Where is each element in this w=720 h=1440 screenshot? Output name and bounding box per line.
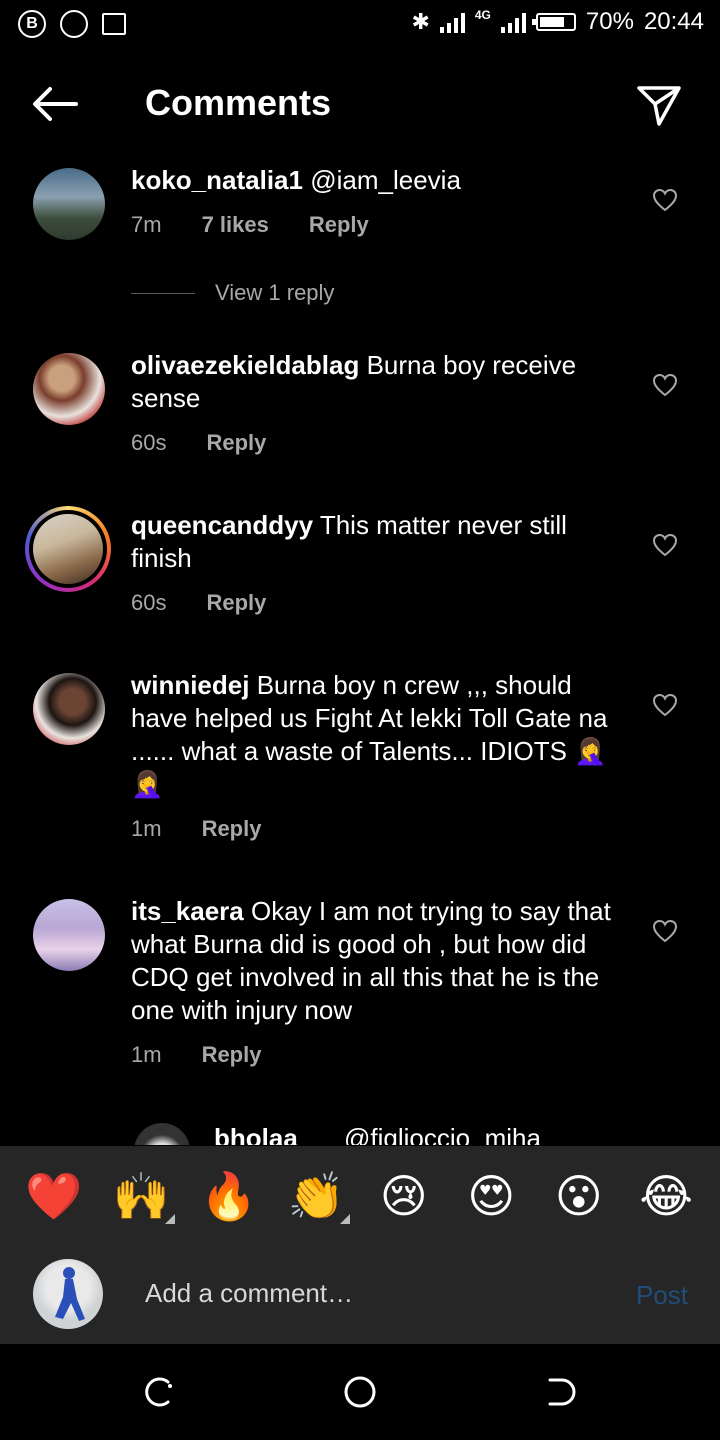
story-ring[interactable] [25, 506, 111, 592]
header: Comments [0, 60, 720, 150]
comment-username[interactable]: koko_natalia1 [131, 165, 303, 195]
bluetooth-icon: ✱ [411, 9, 430, 34]
comment-username[interactable]: queencanddyy [131, 510, 313, 540]
back-arrow-icon[interactable] [30, 84, 80, 124]
comment-meta: 7m 7 likes Reply [131, 212, 409, 238]
comment-meta: 1m Reply [131, 816, 301, 842]
comment-meta: 60s Reply [131, 430, 306, 456]
back-icon[interactable] [542, 1374, 578, 1410]
view-replies-label: View 1 reply [215, 280, 335, 305]
avatar[interactable] [33, 673, 105, 745]
reply-button[interactable]: Reply [206, 430, 266, 456]
partial-reply: bholaa @figlioccio_miha [0, 1115, 720, 1145]
avatar[interactable] [33, 899, 105, 971]
avatar[interactable] [33, 514, 103, 584]
avatar[interactable] [33, 353, 105, 425]
like-heart-icon[interactable] [652, 533, 678, 557]
heart-emoji-button[interactable]: ❤️ [24, 1168, 84, 1224]
surprised-emoji-button[interactable]: 😮 [549, 1168, 609, 1224]
reply-mention: @figlioccio_miha [344, 1123, 541, 1145]
view-replies-button[interactable]: View 1 reply [131, 280, 334, 306]
crying-emoji-button[interactable]: 😢 [374, 1168, 434, 1224]
comment-username[interactable]: olivaezekieldablag [131, 350, 359, 380]
signal-icon [439, 11, 465, 33]
signal-2-icon [500, 11, 526, 33]
reply-divider [131, 292, 195, 294]
comment-meta: 1m Reply [131, 1042, 301, 1068]
comment-time: 60s [131, 430, 167, 455]
comment-text: koko_natalia1 @iam_leevia [131, 164, 631, 197]
avatar[interactable] [134, 1123, 190, 1145]
direct-message-icon[interactable] [636, 82, 682, 128]
comment-time: 1m [131, 1042, 162, 1067]
clapping-emoji-button[interactable]: 👏 [286, 1168, 351, 1224]
chrome-icon [60, 10, 88, 38]
like-heart-icon[interactable] [652, 919, 678, 943]
comment-time: 1m [131, 816, 162, 841]
like-heart-icon[interactable] [652, 188, 678, 212]
comment-composer: Add a comment… Post [0, 1246, 720, 1344]
reply-button[interactable]: Reply [309, 212, 369, 238]
comment-text: queencanddyy This matter never still fin… [131, 509, 631, 575]
comment-text: olivaezekieldablag Burna boy receive sen… [131, 349, 631, 415]
like-heart-icon[interactable] [652, 373, 678, 397]
raising-hands-emoji-button[interactable]: 🙌 [111, 1168, 176, 1224]
status-left-icons: B [18, 10, 126, 38]
cast-icon [102, 13, 126, 35]
reply-button[interactable]: Reply [202, 816, 262, 842]
current-user-avatar [33, 1259, 103, 1329]
post-button[interactable]: Post [636, 1280, 688, 1311]
comment-input[interactable]: Add a comment… [145, 1278, 353, 1309]
skin-tone-indicator [340, 1214, 351, 1224]
battery-percent: 70% [585, 8, 634, 35]
like-heart-icon[interactable] [652, 693, 678, 717]
comment-text: winniedej Burna boy n crew ,,, should ha… [131, 669, 631, 801]
emoji-reaction-bar: ❤️ 🙌 🔥 👏 😢 😍 😮 😂 [0, 1146, 720, 1246]
comment-time: 60s [131, 590, 167, 615]
fire-emoji-button[interactable]: 🔥 [199, 1168, 259, 1224]
page-title: Comments [145, 82, 332, 123]
comment-text: its_kaera Okay I am not trying to say th… [131, 895, 631, 1027]
comment-username[interactable]: winniedej [131, 670, 249, 700]
network-type: 4G [474, 8, 491, 22]
comment-body: @iam_leevia [310, 165, 461, 195]
comment-likes[interactable]: 7 likes [202, 212, 269, 238]
comment-time: 7m [131, 212, 162, 237]
comment-meta: 60s Reply [131, 590, 306, 616]
b-circle-icon: B [18, 10, 46, 38]
reply-button[interactable]: Reply [206, 590, 266, 616]
reply-username[interactable]: bholaa [214, 1123, 298, 1145]
home-icon[interactable] [342, 1374, 378, 1410]
status-right: ✱ 4G 70% 20:44 [411, 8, 704, 36]
clock: 20:44 [643, 8, 704, 35]
laughing-emoji-button[interactable]: 😂 [636, 1168, 696, 1224]
recent-apps-icon[interactable] [142, 1374, 178, 1410]
avatar[interactable] [33, 168, 105, 240]
skin-tone-indicator [165, 1214, 176, 1224]
battery-icon [531, 13, 576, 31]
heart-eyes-emoji-button[interactable]: 😍 [461, 1168, 521, 1224]
system-nav-bar [0, 1344, 720, 1440]
comment-username[interactable]: its_kaera [131, 896, 244, 926]
user-figure-icon [55, 1267, 85, 1321]
reply-button[interactable]: Reply [202, 1042, 262, 1068]
status-bar: B ✱ 4G 70% 20:44 [0, 0, 720, 50]
